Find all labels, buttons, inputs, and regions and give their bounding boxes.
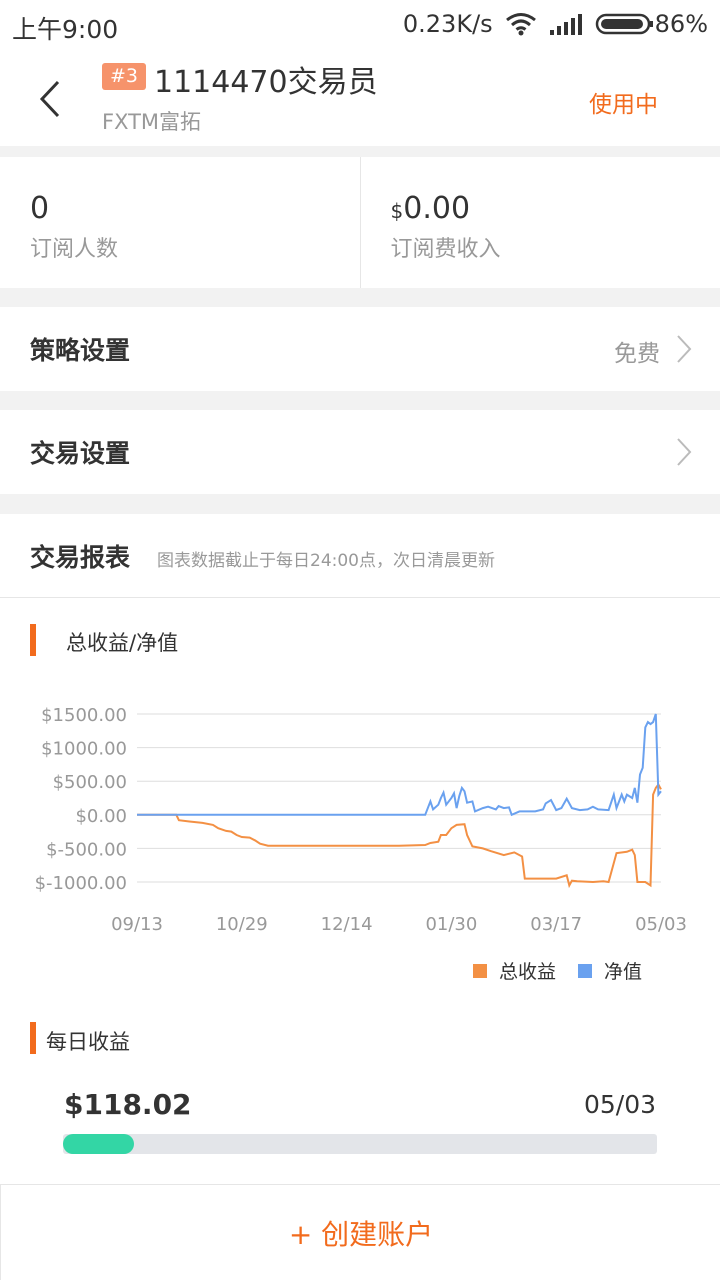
series-line-equity [137, 713, 662, 817]
y-tick-label: $1000.00 [41, 739, 127, 760]
series-line-total-profit [137, 782, 662, 889]
daily-title: 每日收益 [46, 1030, 130, 1054]
row-value: 免费 [614, 341, 660, 367]
y-tick-label: $500.00 [53, 772, 127, 793]
rank-badge: #3 [102, 63, 147, 90]
header: #3 1114470交易员 FXTM富拓 使用中 [0, 52, 720, 146]
page-title: 1114470交易员 [154, 65, 378, 100]
bottom-bar: + 创建账户 [0, 1184, 720, 1280]
chart-legend: 总收益 净值 [451, 957, 642, 984]
back-arrow-icon[interactable] [30, 76, 70, 122]
stats-panel: 0 订阅人数 $0.00 订阅费收入 [0, 157, 720, 288]
chart-title: 总收益/净值 [66, 631, 179, 655]
status-in-use: 使用中 [589, 92, 658, 118]
section-marker [30, 624, 36, 656]
report-note: 图表数据截止于每日24:00点，次日清晨更新 [157, 551, 495, 571]
legend-swatch [577, 963, 592, 978]
x-tick-label: 03/17 [530, 914, 582, 935]
x-tick-label: 09/13 [111, 914, 163, 935]
trade-settings-row[interactable]: 交易设置 [0, 410, 720, 494]
y-tick-label: $-1000.00 [35, 873, 127, 894]
x-tick-label: 10/29 [216, 914, 268, 935]
status-time: 上午9:00 [12, 15, 119, 44]
y-tick-label: $1500.00 [41, 705, 127, 726]
stat-label: 订阅人数 [30, 237, 119, 262]
daily-profit-date: 05/03 [583, 1090, 656, 1119]
stat-value: 0 [30, 191, 50, 226]
create-account-button[interactable]: + 创建账户 [1, 1213, 720, 1253]
row-label: 策略设置 [30, 336, 131, 365]
x-tick-label: 05/03 [635, 914, 687, 935]
broker-name: FXTM富拓 [102, 110, 202, 134]
daily-progress-bar [63, 1134, 657, 1154]
status-bar: 上午9:00 0.23K/s 86% [0, 0, 720, 52]
x-tick-label: 01/30 [425, 914, 477, 935]
chevron-right-icon [677, 438, 692, 466]
stat-value: $0.00 [390, 191, 471, 226]
section-marker [30, 1022, 36, 1054]
x-tick-label: 12/14 [321, 914, 373, 935]
chevron-right-icon [677, 335, 692, 363]
legend-swatch [472, 963, 487, 978]
daily-progress-fill [63, 1134, 135, 1154]
stat-subscribers: 0 订阅人数 [0, 157, 360, 288]
y-tick-label: $-500.00 [46, 839, 127, 860]
stat-subscription-income: $0.00 订阅费收入 [359, 157, 720, 288]
strategy-settings-row[interactable]: 策略设置 免费 [0, 307, 720, 391]
legend-item-profit: 总收益 [472, 957, 556, 984]
legend-item-equity: 净值 [577, 957, 642, 984]
stat-label: 订阅费收入 [390, 237, 501, 262]
row-label: 交易设置 [30, 439, 131, 468]
wifi-icon [505, 13, 536, 36]
battery-level: 86% [654, 10, 708, 38]
legend-label: 总收益 [498, 961, 556, 983]
trade-report: 交易报表 图表数据截止于每日24:00点，次日清晨更新 总收益/净值 $1500… [0, 514, 720, 1280]
legend-label: 净值 [603, 961, 642, 983]
report-title: 交易报表 [30, 543, 131, 572]
battery-icon [595, 13, 653, 35]
daily-profit-value: $118.02 [64, 1088, 192, 1121]
signal-icon [549, 14, 582, 35]
profit-equity-chart: $1500.00 $1000.00 $500.00 $0.00 $-500.00 $-10… [35, 705, 687, 935]
net-speed: 0.23K/s [402, 10, 493, 38]
status-right: 0.23K/s 86% [403, 10, 708, 38]
y-tick-label: $0.00 [75, 806, 127, 827]
report-header: 交易报表 图表数据截止于每日24:00点，次日清晨更新 [0, 514, 720, 598]
